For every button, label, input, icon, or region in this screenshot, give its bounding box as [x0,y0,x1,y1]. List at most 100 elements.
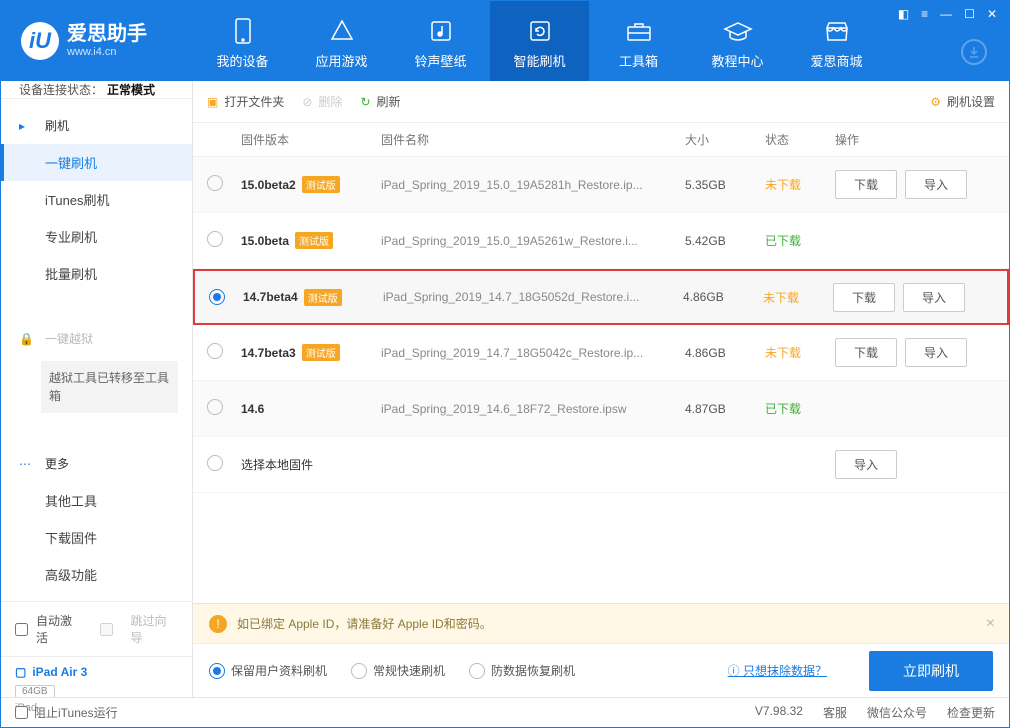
close-icon[interactable]: ✕ [987,7,997,21]
toolbox-icon [625,13,653,49]
options-bar: 保留用户资料刷机 常规快速刷机 防数据恢复刷机 ⓘ 只想抹除数据？ 立即刷机 [193,643,1009,697]
firmware-name: iPad_Spring_2019_14.7_18G5052d_Restore.i… [383,290,639,304]
download-manager-icon[interactable] [961,39,987,65]
maximize-icon[interactable]: ☐ [964,7,975,21]
opt-fast[interactable]: 常规快速刷机 [351,662,445,679]
sidebar-item-download[interactable]: 下载固件 [1,519,192,556]
tip-text: 如已绑定 Apple ID，请准备好 Apple ID和密码。 [237,615,492,632]
sidebar-item-oneclick[interactable]: 一键刷机 [1,144,192,181]
delete-icon: ⊘ [302,95,312,109]
wechat-link[interactable]: 微信公众号 [867,704,927,721]
import-button[interactable]: 导入 [903,283,965,312]
status-badge: 未下载 [765,178,801,192]
nav-tools[interactable]: 工具箱 [589,1,688,81]
import-button[interactable]: 导入 [835,450,897,479]
row-radio[interactable] [209,289,225,305]
skip-guide-label: 跳过向导 [131,612,179,646]
gear-icon: ⚙ [930,95,941,109]
footer: 阻止iTunes运行 V7.98.32 客服 微信公众号 检查更新 [1,697,1009,727]
jailbreak-notice: 越狱工具已转移至工具箱 [41,361,178,413]
nav-tutorial[interactable]: 教程中心 [688,1,787,81]
more-icon: ⋯ [19,457,35,471]
app-title: 爱思助手 [67,22,147,46]
nav-flash[interactable]: 智能刷机 [490,1,589,81]
toolbar: ▣打开文件夹 ⊘删除 ↻刷新 ⚙刷机设置 [193,81,1009,123]
opt-antirecover[interactable]: 防数据恢复刷机 [469,662,575,679]
refresh-icon [527,13,553,49]
firmware-size: 4.87GB [685,402,765,416]
sidebar-item-other[interactable]: 其他工具 [1,482,192,519]
warning-icon: ! [209,615,227,633]
nav-apps[interactable]: 应用游戏 [292,1,391,81]
table-row[interactable]: 15.0beta2测试版iPad_Spring_2019_15.0_19A528… [193,157,1009,213]
table-row[interactable]: 15.0beta测试版iPad_Spring_2019_15.0_19A5261… [193,213,1009,269]
store-icon [824,13,850,49]
nav-store[interactable]: 爱思商城 [787,1,886,81]
opt-keep-data[interactable]: 保留用户资料刷机 [209,662,327,679]
sidebar-item-advanced[interactable]: 高级功能 [1,556,192,593]
skip-guide-checkbox [100,623,113,636]
menu-icon[interactable]: ≡ [921,7,928,21]
import-button[interactable]: 导入 [905,338,967,367]
col-status: 状态 [765,131,835,148]
auto-activate-checkbox[interactable] [15,623,28,636]
status-badge: 未下载 [765,346,801,360]
minimize-icon[interactable]: — [940,7,952,21]
support-link[interactable]: 客服 [823,704,847,721]
sidebar: 设备连接状态： 正常模式 ▸刷机 一键刷机 iTunes刷机 专业刷机 批量刷机… [1,81,193,697]
table-row[interactable]: 14.7beta4测试版iPad_Spring_2019_14.7_18G505… [193,269,1009,325]
block-itunes-label: 阻止iTunes运行 [34,704,118,721]
sidebar-head-jailbreak: 🔒一键越狱 [1,320,192,357]
settings-button[interactable]: ⚙刷机设置 [930,93,995,110]
flash-now-button[interactable]: 立即刷机 [869,651,993,691]
firmware-name: iPad_Spring_2019_15.0_19A5261w_Restore.i… [381,234,638,248]
sidebar-head-more[interactable]: ⋯更多 [1,445,192,482]
sidebar-item-itunes[interactable]: iTunes刷机 [1,181,192,218]
row-radio[interactable] [207,455,223,471]
grad-cap-icon [723,13,753,49]
nav-device[interactable]: 我的设备 [193,1,292,81]
download-button[interactable]: 下载 [833,283,895,312]
row-radio[interactable] [207,399,223,415]
main-nav: 我的设备 应用游戏 铃声壁纸 智能刷机 工具箱 教程中心 爱思商城 [193,1,1009,81]
block-itunes-checkbox[interactable] [15,706,28,719]
download-button[interactable]: 下载 [835,170,897,199]
status-badge: 未下载 [763,291,799,305]
app-subtitle: www.i4.cn [67,46,147,59]
window-controls: ◧ ≡ — ☐ ✕ [894,1,1001,27]
skin-icon[interactable]: ◧ [898,7,909,21]
refresh-icon: ↻ [360,95,370,109]
firmware-size: 5.35GB [685,178,765,192]
version-label: V7.98.32 [755,704,803,721]
lock-icon: 🔒 [19,332,35,346]
sidebar-item-batch[interactable]: 批量刷机 [1,255,192,292]
tablet-icon: ▢ [15,665,26,679]
update-link[interactable]: 检查更新 [947,704,995,721]
col-ops: 操作 [835,131,995,148]
firmware-list: 15.0beta2测试版iPad_Spring_2019_15.0_19A528… [193,157,1009,603]
apps-icon [329,13,355,49]
sidebar-item-pro[interactable]: 专业刷机 [1,218,192,255]
status-badge: 已下载 [765,402,801,416]
tip-close-icon[interactable]: × [986,615,995,633]
row-radio[interactable] [207,231,223,247]
table-row-local[interactable]: 选择本地固件导入 [193,437,1009,493]
table-row[interactable]: 14.6iPad_Spring_2019_14.6_18F72_Restore.… [193,381,1009,437]
auto-activate-label: 自动激活 [36,612,84,646]
firmware-size: 4.86GB [685,346,765,360]
table-row[interactable]: 14.7beta3测试版iPad_Spring_2019_14.7_18G504… [193,325,1009,381]
download-button[interactable]: 下载 [835,338,897,367]
refresh-button[interactable]: ↻刷新 [360,93,400,110]
row-radio[interactable] [207,343,223,359]
firmware-name: iPad_Spring_2019_15.0_19A5281h_Restore.i… [381,178,643,192]
sidebar-head-flash[interactable]: ▸刷机 [1,107,192,144]
open-folder-button[interactable]: ▣打开文件夹 [207,93,284,110]
firmware-size: 5.42GB [685,234,765,248]
firmware-name: iPad_Spring_2019_14.7_18G5042c_Restore.i… [381,346,643,360]
col-size: 大小 [685,131,765,148]
erase-only-link[interactable]: ⓘ 只想抹除数据？ [728,662,827,679]
flash-icon: ▸ [19,119,35,133]
import-button[interactable]: 导入 [905,170,967,199]
row-radio[interactable] [207,175,223,191]
nav-ringtone[interactable]: 铃声壁纸 [391,1,490,81]
